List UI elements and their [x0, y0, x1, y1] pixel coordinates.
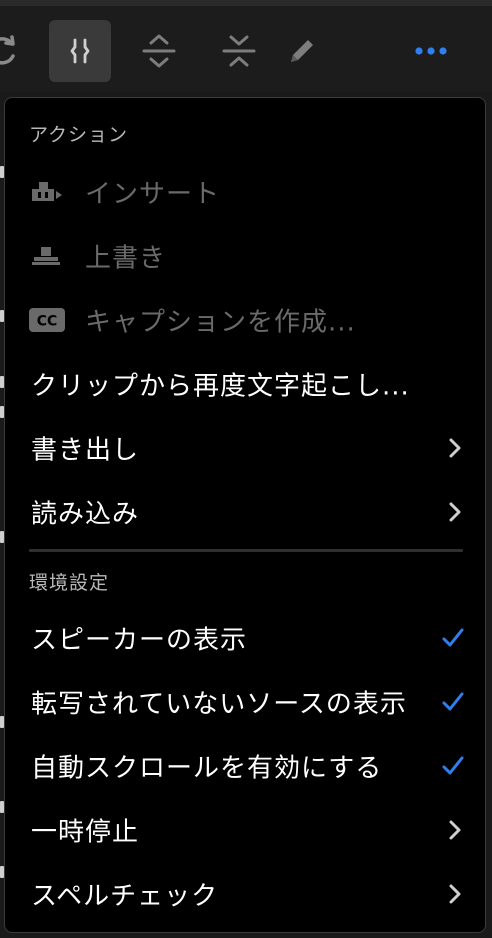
merge-icon [70, 38, 90, 64]
collapse-icon [222, 35, 256, 67]
chevron-right-icon [449, 884, 461, 904]
menu-item-create-caption[interactable]: CC キャプションを作成... [5, 290, 485, 350]
refresh-button[interactable] [0, 20, 32, 82]
merge-button[interactable] [49, 20, 111, 82]
expand-button[interactable] [128, 20, 190, 82]
pencil-icon [291, 40, 313, 62]
overwrite-icon [27, 242, 67, 270]
menu-item-retranscribe[interactable]: クリップから再度文字起こし... [5, 354, 485, 414]
menu-item-label: クリップから再度文字起こし... [31, 371, 410, 402]
options-menu: アクション インサート 上書き CC キャプションを作成... クリップから再度… [4, 97, 486, 933]
section-header-preferences: 環境設定 [29, 572, 110, 594]
app-frame: アクション インサート 上書き CC キャプションを作成... クリップから再度… [0, 0, 492, 938]
insert-icon [27, 178, 67, 206]
menu-item-pause[interactable]: 一時停止 [5, 800, 485, 860]
closed-caption-icon: CC [27, 306, 67, 334]
chevron-right-icon [449, 502, 461, 522]
menu-item-label: 一時停止 [31, 817, 140, 848]
menu-item-insert[interactable]: インサート [5, 162, 485, 222]
menu-item-label: 転写されていないソースの表示 [31, 689, 407, 720]
menu-item-autoscroll[interactable]: 自動スクロールを有効にする [5, 736, 485, 796]
checkmark-icon [442, 628, 464, 647]
checkmark-icon [442, 756, 464, 775]
menu-item-show-speakers[interactable]: スピーカーの表示 [5, 608, 485, 668]
refresh-icon [0, 35, 15, 65]
menu-item-label: キャプションを作成... [85, 307, 356, 338]
menu-item-label: インサート [85, 179, 221, 210]
chevron-right-icon [449, 820, 461, 840]
transcript-toolbar [0, 6, 492, 92]
more-button[interactable] [400, 20, 462, 82]
menu-item-spellcheck[interactable]: スペルチェック [5, 864, 485, 924]
menu-item-export[interactable]: 書き出し [5, 418, 485, 478]
menu-item-label: 上書き [85, 243, 167, 274]
checkmark-icon [442, 692, 464, 711]
menu-item-import[interactable]: 読み込み [5, 482, 485, 542]
menu-item-show-untranscribed[interactable]: 転写されていないソースの表示 [5, 672, 485, 732]
collapse-button[interactable] [208, 20, 270, 82]
expand-icon [142, 34, 176, 68]
menu-item-label: スペルチェック [31, 881, 219, 912]
chevron-right-icon [449, 438, 461, 458]
svg-text:CC: CC [37, 314, 58, 330]
menu-item-overwrite[interactable]: 上書き [5, 226, 485, 286]
section-header-actions: アクション [29, 124, 129, 146]
menu-divider [29, 549, 463, 552]
menu-item-label: 書き出し [31, 435, 140, 466]
menu-item-label: 自動スクロールを有効にする [31, 753, 383, 784]
menu-item-label: 読み込み [31, 499, 140, 530]
more-icon [415, 47, 447, 55]
menu-item-label: スピーカーの表示 [31, 625, 248, 656]
edit-button[interactable] [271, 20, 333, 82]
